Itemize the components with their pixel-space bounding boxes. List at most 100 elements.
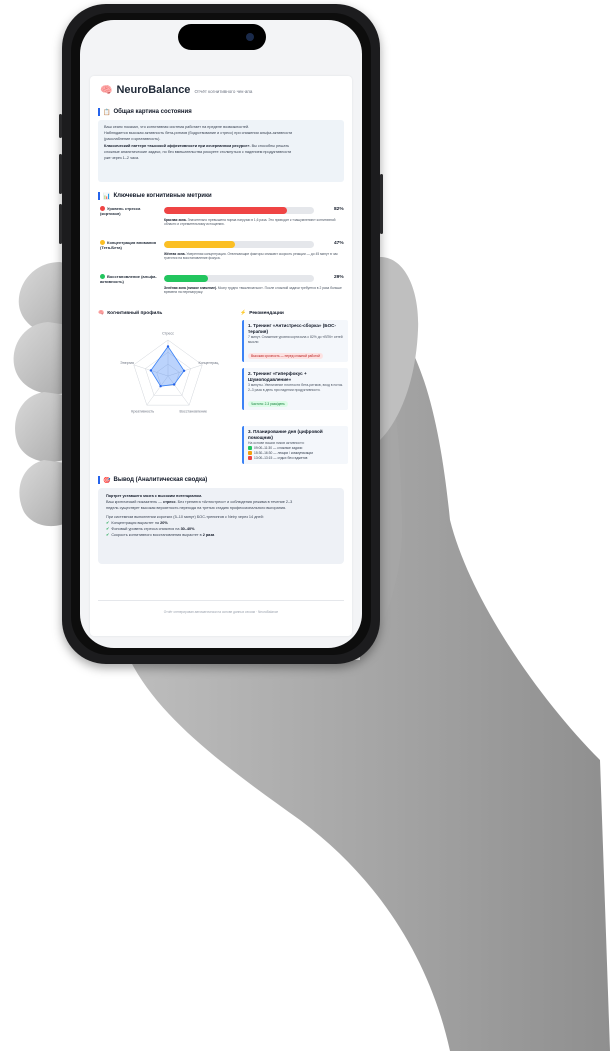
mute-switch [59,114,62,138]
radar-point [149,369,153,372]
overview-text: Ваш сеанс показал, что когнитивная систе… [98,120,344,165]
recommendations-title: Рекомендации [249,310,284,316]
recommendation-title: 2. Тренинг «Гиперфокус + Шумоподавление» [248,371,307,382]
overview-emphasis: Классический паттерн «высокой эффективно… [104,143,251,148]
note-text: Умеренная концентрация. Отвлекающие факт… [164,252,338,261]
recommendation-card[interactable]: 1. Тренинг «Антистресс-сборка» (БОС-тера… [242,320,348,363]
recommendation-card[interactable]: 2. Тренинг «Гиперфокус + Шумоподавление»… [242,368,348,411]
bullet-text: Скорость когнитивного восстановления выр… [111,533,203,538]
chart-icon: 📊 [103,193,111,200]
brand-title: NeuroBalance [116,84,191,96]
camera-icon [246,33,254,41]
recommendation-title: 1. Тренинг «Антистресс-сборка» (БОС-тера… [248,323,337,334]
phone-screen: 🧠 NeuroBalance Отчёт когнитивного чек-ап… [80,20,362,648]
lightning-icon: ⚡ [240,310,247,316]
report-page: 🧠 NeuroBalance Отчёт когнитивного чек-ап… [90,76,352,636]
stress-bar-fill [164,207,287,214]
overview-line-rest: Вы способны решать [250,143,290,148]
conclusion-part: . Без тренинга «Антистресс» и соблюдения… [175,500,293,505]
bullet-value: 20% [160,520,168,525]
brain-icon: 🧠 [98,310,105,316]
brain-icon: 🧠 [100,85,113,96]
check-icon: ✔ [106,519,110,525]
conclusion-part: Ваш критический показатель — [106,500,163,505]
recommendation-title: 3. Планирование дня (цифровой помощник) [248,429,323,440]
note-zone: Зелёная зона (низкое значение). [164,286,217,290]
conclusion-line: недель существует высокая вероятность пе… [106,506,287,511]
frequency-badge: Частота: 2-3 раза/день [248,401,288,408]
focus-note: Жёлтая зона. Умеренная концентрация. Отв… [164,252,342,261]
radar-point [159,384,162,388]
recovery-percent: 29% [334,275,344,280]
conclusion-box: Портрет уставшего мозга с высоким потенц… [98,488,344,564]
radar-series [150,345,185,387]
focus-bar-fill [164,241,235,248]
report-footer: Отчёт сгенерирован автоматически на осно… [163,610,279,614]
stress-percent: 82% [334,207,344,212]
red-square-icon [248,456,252,461]
bullet-text: Фоновый уровень стресса снизится на [111,527,181,532]
stress-note: Красная зона. Значительно превышена норм… [164,218,342,227]
profile-title: Когнитивный профиль [107,310,163,316]
target-icon: 🎯 [103,477,111,484]
volume-up-button [59,154,62,194]
radar-axis-label: Восстановление [180,409,208,413]
radar-axis-label: Креативность [131,409,154,413]
focus-percent: 47% [334,241,344,246]
overview-line: уже через 1–2 часа. [104,156,140,161]
section-marker [98,108,100,116]
metric-label-text: Восстановление (альфа-активность) [100,274,157,285]
conclusion-emphasis: стресс [162,500,176,505]
recommendations-heading: ⚡ Рекомендации [240,310,284,316]
bullet-text: Концентрация вырастет на [111,520,161,525]
orange-square-icon [248,451,252,456]
metric-label-recovery: Восстановление (альфа-активность) [100,274,160,284]
metrics-heading: 📊 Ключевые когнитивные метрики [98,192,212,200]
divider [98,600,344,601]
check-icon: ✔ [106,526,110,532]
recovery-note: Зелёная зона (низкое значение). Мозгу тр… [164,286,342,295]
schedule-text: 13:00–13:15 — отдых без гаджетов [254,455,308,460]
check-icon: ✔ [106,532,110,538]
radar-point [166,345,170,348]
schedule-item: 13:00–13:15 — отдых без гаджетов [244,456,348,464]
overview-heading: 📋 Общая картина состояния [98,108,192,116]
volume-down-button [59,204,62,244]
overview-box: Ваш сеанс показал, что когнитивная систе… [98,120,344,182]
overview-title: Общая картина состояния [113,109,192,115]
radar-axis-label: Концентрац. [199,361,220,365]
bullet-value: 30–40% [180,527,195,532]
section-marker [98,192,100,200]
profile-heading: 🧠 Когнитивный профиль [98,310,162,316]
bullet-value: 2 раза [202,533,215,538]
recommendation-text: 3 минуты. Увеличение плотности бета-ритм… [248,383,344,392]
cognitive-radar-chart: Стресс Концентрац. Восстановление Креативно… [120,332,220,414]
brand-subtitle: Отчёт когнитивного чек-апа [194,89,253,94]
radar-axis-label: Стресс [162,332,174,336]
recommendation-card[interactable]: 3. Планирование дня (цифровой помощник) … [242,426,348,464]
recommendation-text: 7 минут. Снижение уровня кортизола с 82%… [248,335,343,344]
radar-point [182,369,186,372]
app-header: 🧠 NeuroBalance Отчёт когнитивного чек-ап… [100,84,252,96]
recovery-bar-fill [164,275,208,282]
urgency-badge: Высокая срочность — перед сложной работо… [248,353,323,360]
note-zone: Жёлтая зона. [164,252,186,256]
metric-label-text: Концентрация внимания (Тета-Бета) [100,240,157,251]
note-zone: Красная зона. [164,218,187,222]
focus-bar [164,241,314,248]
metric-label-text: Уровень стресса (кортизол) [100,206,141,217]
metric-label-focus: Концентрация внимания (Тета-Бета) [100,240,160,250]
section-marker [98,476,100,484]
green-square-icon [248,446,252,451]
recovery-bar [164,275,314,282]
radar-axis-label: Энергия [120,361,134,365]
conclusion-text: Портрет уставшего мозга с высоким потенц… [98,488,344,543]
metrics-title: Ключевые когнитивные метрики [113,193,212,199]
conclusion-heading: 🎯 Вывод (Аналитическая сводка) [98,476,207,484]
stress-bar [164,207,314,214]
phone-frame: 🧠 NeuroBalance Отчёт когнитивного чек-ап… [59,4,383,664]
dynamic-island [178,24,266,50]
radar-point [172,383,176,386]
conclusion-bullet: ✔ Скорость когнитивного восстановления вы… [106,532,336,538]
clipboard-icon: 📋 [103,109,111,116]
